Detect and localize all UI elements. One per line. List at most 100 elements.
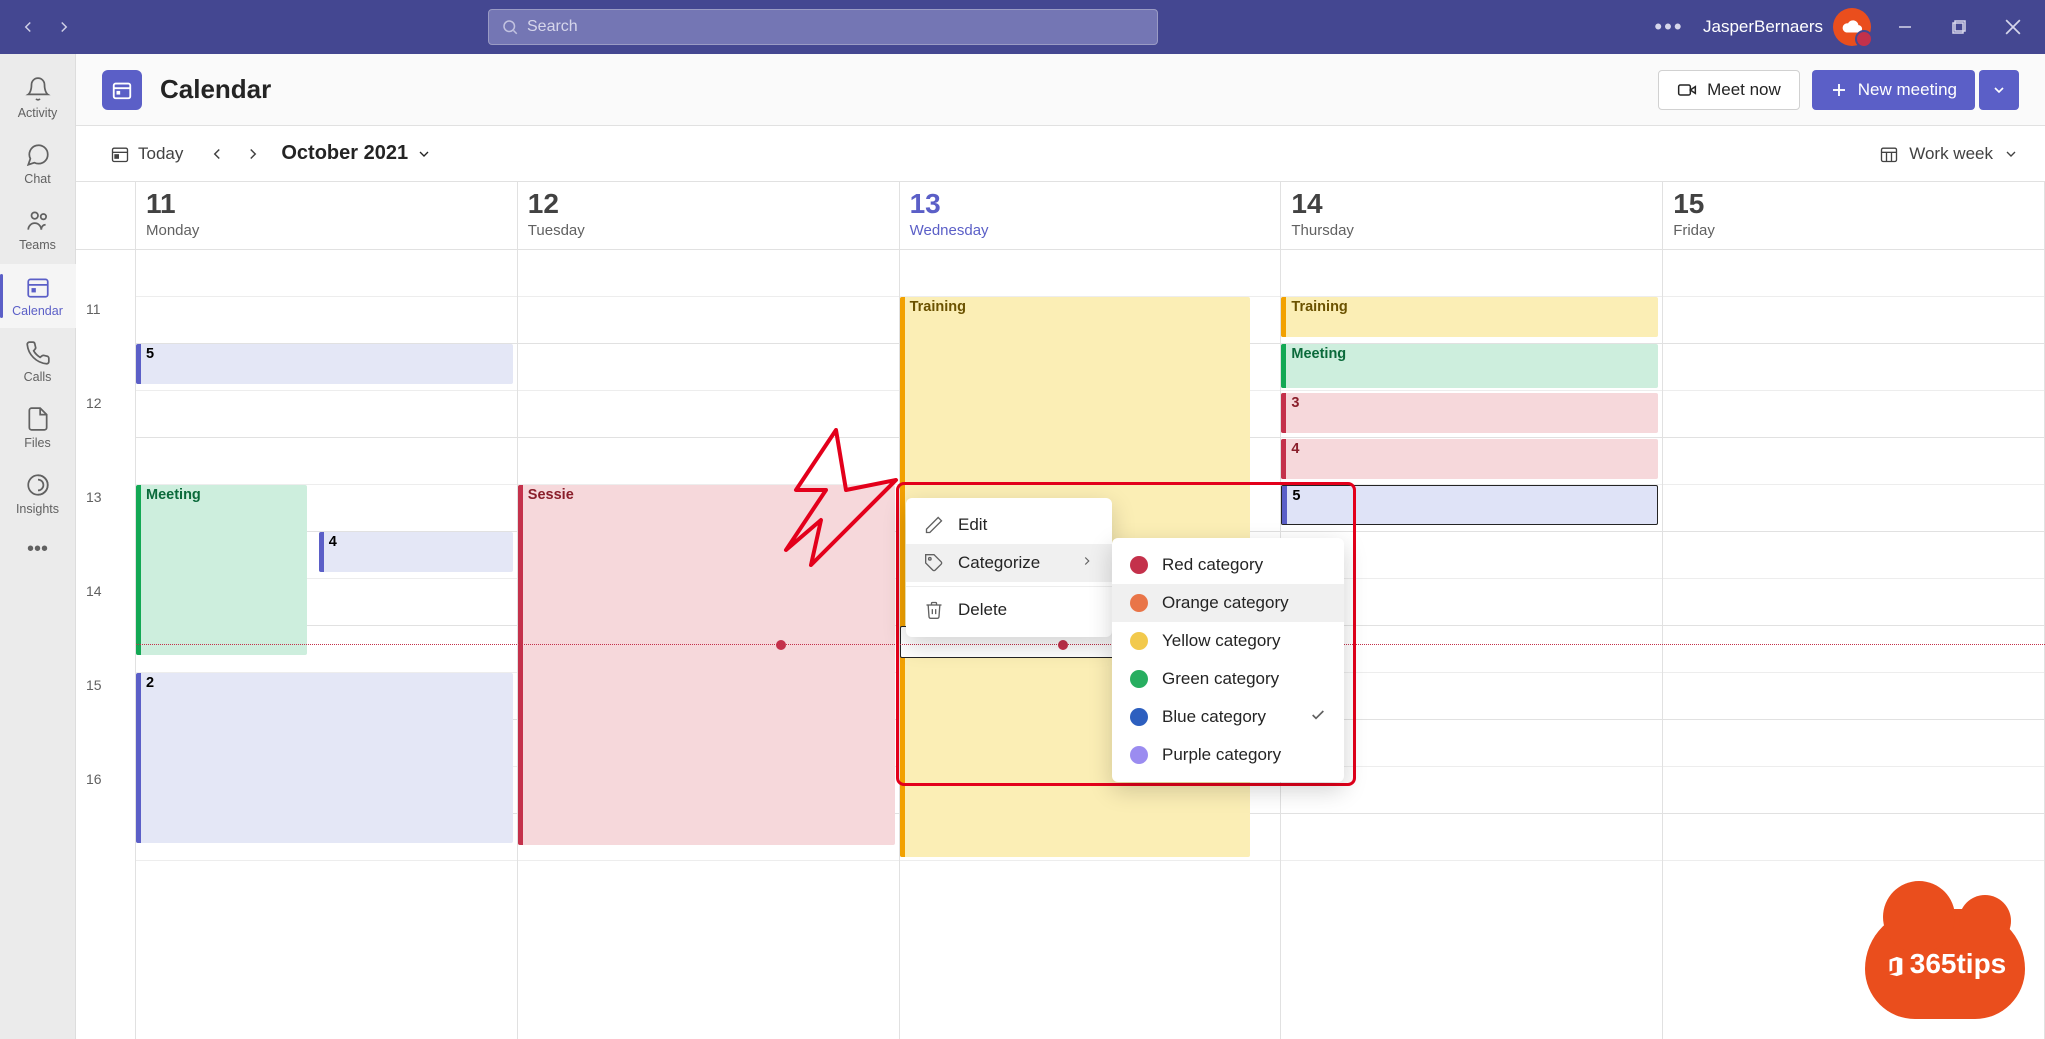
- category-blue[interactable]: Blue category: [1112, 698, 1344, 736]
- time-column: 11 12 13 14 15 16: [76, 250, 136, 1039]
- chevron-down-icon: [2003, 146, 2019, 162]
- event-meeting[interactable]: Meeting: [136, 485, 307, 655]
- day-header-fri[interactable]: 15 Friday: [1663, 182, 2045, 249]
- rail-label: Calls: [24, 370, 52, 384]
- rail-activity[interactable]: Activity: [0, 66, 76, 130]
- file-icon: [25, 406, 51, 432]
- color-swatch: [1130, 708, 1148, 726]
- day-column-mon[interactable]: 5 Meeting 4 2: [136, 250, 518, 1039]
- calendar-today-icon: [110, 144, 130, 164]
- category-red[interactable]: Red category: [1112, 546, 1344, 584]
- event-5[interactable]: 5: [136, 344, 513, 384]
- rail-label: Calendar: [12, 304, 63, 318]
- chevron-right-icon: [1080, 553, 1094, 573]
- rail-label: Files: [24, 436, 50, 450]
- user-menu[interactable]: JasperBernaers: [1703, 8, 1871, 46]
- day-name: Wednesday: [910, 222, 1271, 239]
- rail-teams[interactable]: Teams: [0, 198, 76, 262]
- new-meeting-split: New meeting: [1812, 70, 2019, 110]
- view-label: Work week: [1909, 144, 1993, 164]
- category-yellow[interactable]: Yellow category: [1112, 622, 1344, 660]
- day-name: Thursday: [1291, 222, 1652, 239]
- new-meeting-button[interactable]: New meeting: [1812, 70, 1975, 110]
- meet-now-button[interactable]: Meet now: [1658, 70, 1800, 110]
- category-purple[interactable]: Purple category: [1112, 736, 1344, 774]
- next-week-button[interactable]: [235, 136, 271, 172]
- month-label: October 2021: [281, 142, 408, 165]
- event-3[interactable]: 3: [1281, 393, 1658, 433]
- calendar-view-icon: [1879, 144, 1899, 164]
- event-2[interactable]: 2: [136, 673, 513, 843]
- maximize-button[interactable]: [1939, 7, 1979, 47]
- day-number: 13: [910, 190, 1271, 218]
- minimize-button[interactable]: [1885, 7, 1925, 47]
- chat-icon: [25, 142, 51, 168]
- rail-insights[interactable]: Insights: [0, 462, 76, 526]
- prev-week-button[interactable]: [199, 136, 235, 172]
- color-swatch: [1130, 594, 1148, 612]
- event-training[interactable]: Training: [1281, 297, 1658, 337]
- ctx-categorize[interactable]: Categorize: [906, 544, 1112, 582]
- view-picker[interactable]: Work week: [1879, 144, 2019, 164]
- day-number: 11: [146, 190, 507, 218]
- hour-label: 13: [76, 485, 135, 579]
- ctx-edit[interactable]: Edit: [906, 506, 1112, 544]
- hour-label: 12: [76, 391, 135, 485]
- rail-calls[interactable]: Calls: [0, 330, 76, 394]
- forward-button[interactable]: [48, 11, 80, 43]
- event-sessie[interactable]: Sessie: [518, 485, 895, 845]
- close-button[interactable]: [1993, 7, 2033, 47]
- hour-label: 11: [76, 297, 135, 391]
- meet-now-label: Meet now: [1707, 80, 1781, 100]
- color-swatch: [1130, 632, 1148, 650]
- search-input[interactable]: Search: [488, 9, 1158, 45]
- search-icon: [501, 18, 519, 36]
- color-swatch: [1130, 556, 1148, 574]
- check-icon: [1310, 707, 1326, 728]
- new-meeting-dropdown[interactable]: [1979, 70, 2019, 110]
- bell-icon: [25, 76, 51, 102]
- rail-label: Activity: [18, 106, 58, 120]
- separator: [906, 586, 1112, 587]
- titlebar-right: ••• JasperBernaers: [1649, 7, 2033, 47]
- day-column-tue[interactable]: Sessie: [518, 250, 900, 1039]
- ctx-delete[interactable]: Delete: [906, 591, 1112, 629]
- day-name: Tuesday: [528, 222, 889, 239]
- phone-icon: [25, 340, 51, 366]
- day-number: 15: [1673, 190, 2034, 218]
- calendar-header: Calendar Meet now New meeting: [76, 54, 2045, 126]
- day-header-thu[interactable]: 14 Thursday: [1281, 182, 1663, 249]
- day-header-wed[interactable]: 13 Wednesday: [900, 182, 1282, 249]
- color-swatch: [1130, 746, 1148, 764]
- category-orange[interactable]: Orange category: [1112, 584, 1344, 622]
- day-header-tue[interactable]: 12 Tuesday: [518, 182, 900, 249]
- rail-label: Teams: [19, 238, 56, 252]
- rail-more[interactable]: •••: [27, 538, 48, 561]
- rail-label: Chat: [24, 172, 50, 186]
- event-context-menu: Edit Categorize Delete: [906, 498, 1112, 637]
- search-placeholder: Search: [527, 18, 578, 36]
- chevron-right-icon: [244, 145, 262, 163]
- event-meeting[interactable]: Meeting: [1281, 344, 1658, 388]
- back-button[interactable]: [12, 11, 44, 43]
- more-button[interactable]: •••: [1649, 7, 1689, 47]
- rail-files[interactable]: Files: [0, 396, 76, 460]
- event-5-selected[interactable]: 5: [1281, 485, 1658, 525]
- history-nav: [12, 11, 80, 43]
- office-icon: [1884, 955, 1906, 977]
- month-picker[interactable]: October 2021: [281, 142, 432, 165]
- day-number: 12: [528, 190, 889, 218]
- category-green[interactable]: Green category: [1112, 660, 1344, 698]
- trash-icon: [924, 600, 944, 620]
- today-button[interactable]: Today: [102, 138, 191, 170]
- rail-calendar[interactable]: Calendar: [0, 264, 76, 328]
- pencil-icon: [924, 515, 944, 535]
- rail-chat[interactable]: Chat: [0, 132, 76, 196]
- day-header-row: 11 Monday 12 Tuesday 13 Wednesday 14 Thu…: [76, 182, 2045, 250]
- event-4[interactable]: 4: [1281, 439, 1658, 479]
- event-4[interactable]: 4: [319, 532, 513, 572]
- chevron-down-icon: [416, 146, 432, 162]
- rail-label: Insights: [16, 502, 59, 516]
- day-header-mon[interactable]: 11 Monday: [136, 182, 518, 249]
- calendar-icon: [25, 274, 51, 300]
